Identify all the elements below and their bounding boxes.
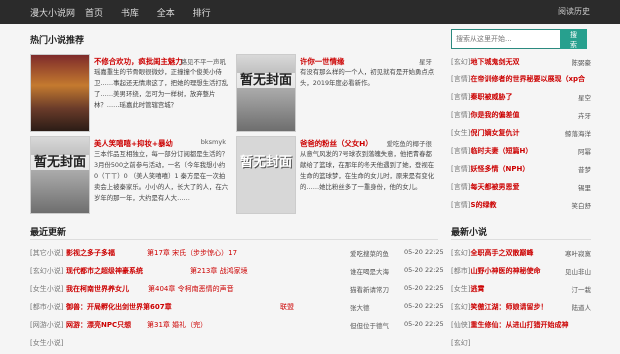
- list-item[interactable]: [女生]倪门嫡女复仇计 鲸落海洋: [451, 128, 591, 144]
- hot-book-card[interactable]: 暂无封面 美人笑嘻嘻+抑妆+暴幼 bksmyk 三本作品互相独立，每一部分订阅都…: [30, 136, 230, 224]
- updates-section-title: 最近更新: [30, 228, 67, 238]
- nav-library[interactable]: 书库: [121, 9, 139, 19]
- nav-home[interactable]: 首页: [85, 9, 103, 19]
- book-title[interactable]: 爸爸的粉丝（父女H）: [300, 138, 373, 149]
- hot-book-card[interactable]: 暂无封面 许你一世情缘 星牙 有没有那么样的一个人，初见就有是开始勇点点头，20…: [236, 54, 436, 142]
- list-item[interactable]: [言情]你是我的偏差值 卉牙: [451, 110, 591, 126]
- list-item[interactable]: [言情]S的绿教 笑白舒: [451, 200, 591, 216]
- book-author: 星牙: [419, 58, 432, 66]
- book-title[interactable]: 美人笑嘻嘻+抑妆+暴幼: [94, 138, 173, 149]
- cover-placeholder-text: 暂无封面: [31, 155, 89, 170]
- list-item[interactable]: [玄幻]全职高手之双散巅峰 寒叶寂寞: [451, 248, 591, 264]
- search-button[interactable]: 搜 索: [560, 29, 587, 49]
- hot-book-card[interactable]: 不修合欢功，疯批闺主魅力 路见不平一声吼 瑶嘉重生的节骨眼很微妙，正撞撞个俊美小…: [30, 54, 230, 142]
- book-title[interactable]: 许你一世情缘: [300, 56, 344, 67]
- book-cover[interactable]: [30, 54, 90, 132]
- table-row[interactable]: [玄幻小说] 现代都市之超级神豪系统 第213章 战鸿家境 谁在喝是大海 05-20 2…: [30, 266, 444, 282]
- book-cover[interactable]: 暂无封面: [236, 136, 296, 214]
- newest-section-title: 最新小说: [451, 228, 488, 238]
- book-desc: 从意气风发的7号球衣到落魄失意，他把青春都献给了篮球，在那年的冬天他遇到了她，登…: [300, 150, 435, 191]
- book-cover[interactable]: 暂无封面: [236, 54, 296, 132]
- nav-ranking[interactable]: 排行: [193, 9, 211, 19]
- table-row[interactable]: [女生小说] 我在柯南世界养女儿 第404章 令柯南恶情的声音 猫看新请常刀 05-20…: [30, 284, 444, 300]
- cover-placeholder-text: 暂无封面: [239, 155, 292, 170]
- list-item[interactable]: [都市]山野小神医的神秘使命 见山非山: [451, 266, 591, 282]
- divider: [30, 239, 438, 240]
- hot-section-title: 热门小说推荐: [30, 36, 85, 46]
- list-item[interactable]: [言情]每天都被男恩爱 锡里: [451, 182, 591, 198]
- search-bar: 搜 索: [451, 29, 587, 49]
- list-item[interactable]: [女生]逃霄 汀一栽: [451, 284, 591, 300]
- list-item[interactable]: [言情]临时夫妻（短篇H） 阿幂: [451, 146, 591, 162]
- divider: [451, 239, 591, 240]
- table-row[interactable]: [其它小说] 影视之多子多福 第17章 宋氏（步步惊心）17 爱吃搜菜的鱼 05-20 …: [30, 248, 444, 264]
- site-logo[interactable]: 漫大小说网: [30, 6, 75, 19]
- book-desc: 有没有那么样的一个人，初见就有是开始勇点点头，2019年度必看新作。: [300, 68, 435, 87]
- list-item[interactable]: [玄幻]: [451, 338, 591, 354]
- table-row[interactable]: [都市小说] 御兽：开局孵化出剑世界第607章 联盟 张大德 05-20 22:25: [30, 302, 444, 318]
- reading-history-link[interactable]: 阅读历史: [558, 6, 590, 17]
- book-author: 爱吃鱼的椰子很: [386, 140, 433, 148]
- table-row[interactable]: [女生小说]: [30, 338, 438, 354]
- list-item[interactable]: [言情]妖怪多情（NPH） 昔梦: [451, 164, 591, 180]
- list-item[interactable]: [言情]秦职被威胁了 星空: [451, 92, 591, 108]
- book-cover[interactable]: 暂无封面: [30, 136, 90, 214]
- list-item[interactable]: [仙侠]重生修仙：从进山打猎开始成神: [451, 320, 591, 336]
- table-row[interactable]: [网游小说] 网游：漂亮NPC只想 第31章 婚礼（完） 但但位于德气 05-20 22…: [30, 320, 444, 336]
- main-nav: 首页 书库 全本 排行: [85, 6, 226, 19]
- hot-book-card[interactable]: 暂无封面 爸爸的粉丝（父女H） 爱吃鱼的椰子很 从意气风发的7号球衣到落魄失意，…: [236, 136, 436, 224]
- list-item[interactable]: [玄幻]地下城鬼剑无双 陈弼豪: [451, 57, 591, 73]
- cover-placeholder-text: 暂无封面: [237, 73, 295, 88]
- book-author: bksmyk: [200, 138, 226, 146]
- list-item[interactable]: [言情]在帝训修者的世界秘要以展现（xp合: [451, 74, 591, 90]
- book-title[interactable]: 不修合欢功，疯批闺主魅力: [94, 56, 183, 67]
- book-desc: 三本作品互相独立，每一部分订阅都是生活的？ 3月份500之前参与活动，一名（今年…: [94, 150, 229, 202]
- top-navbar: 漫大小说网 首页 书库 全本 排行 阅读历史: [0, 0, 620, 24]
- search-input[interactable]: [451, 29, 568, 49]
- book-desc: 瑶嘉重生的节骨眼很微妙，正撞撞个俊美小侍卫……事起还无情肃这了，把她的理想生活打…: [94, 68, 229, 109]
- list-item[interactable]: [玄幻]笑傲江湖：师娘请留步！ 陆道人: [451, 302, 591, 318]
- nav-complete[interactable]: 全本: [157, 9, 175, 19]
- book-author: 路见不平一声吼: [180, 58, 227, 66]
